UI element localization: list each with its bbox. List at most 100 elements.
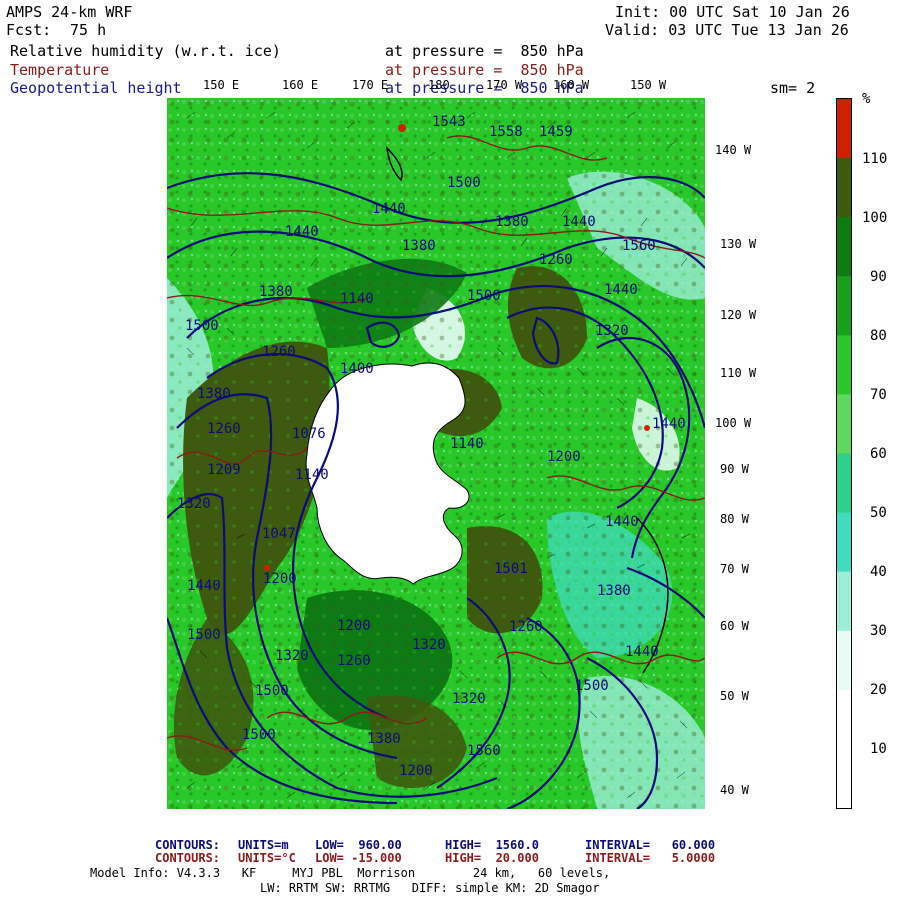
colorbar-tick: 10: [870, 741, 887, 757]
height-label: 1560: [467, 743, 501, 759]
colorbar-bin: [837, 512, 851, 573]
height-label: 1440: [652, 416, 686, 432]
height-label: 1260: [262, 344, 296, 360]
height-label: 1380: [402, 238, 436, 254]
height-label: 1501: [494, 561, 528, 577]
colorbar-tick: 110: [862, 151, 888, 167]
height-label: 1200: [337, 618, 371, 634]
height-label: 1440: [604, 282, 638, 298]
height-label: 1380: [367, 731, 401, 747]
right-lon-label: 50 W: [720, 689, 749, 703]
height-label: 1200: [399, 763, 433, 779]
top-lon-label: 160 E: [282, 78, 319, 92]
right-lon-label: 140 W: [715, 143, 752, 157]
height-label: 1260: [337, 653, 371, 669]
right-lon-label: 90 W: [720, 462, 749, 476]
colorbar-bin: [837, 158, 851, 218]
height-label: 1500: [187, 627, 221, 643]
top-lon-label: 170 W: [486, 78, 523, 92]
contours-height-high: HIGH= 1560.0: [445, 838, 539, 852]
colorbar-tick: 70: [870, 387, 887, 403]
height-label: 1200: [263, 571, 297, 587]
right-lon-label: 40 W: [720, 783, 749, 797]
height-label: 1260: [207, 421, 241, 437]
height-label: 1440: [187, 578, 221, 594]
colorbar-tick: 80: [870, 328, 887, 344]
weather-map: 1543 1558 1459 1500 1440 1380 1440 1560 …: [167, 98, 705, 809]
field-rh-name: Relative humidity (w.r.t. ice): [10, 42, 281, 60]
colorbar-bin: [837, 335, 851, 395]
colorbar-bin: [837, 748, 851, 809]
height-label: 1320: [412, 637, 446, 653]
forecast-label: Fcst:: [6, 21, 52, 39]
colorbar-bin: [837, 217, 851, 277]
height-label: 1440: [562, 214, 596, 230]
contours-temp-high: HIGH= 20.000: [445, 851, 539, 865]
contours-height-interval: INTERVAL= 60.000: [585, 838, 716, 852]
height-label: 1380: [597, 583, 631, 599]
smoothing-label: sm= 2: [770, 79, 816, 97]
height-label: 1500: [242, 727, 276, 743]
right-lon-label: 120 W: [720, 308, 757, 322]
height-label: 1500: [185, 318, 219, 334]
colorbar-bin: [837, 99, 851, 159]
height-label: 1558: [489, 124, 523, 140]
rh-colorbar: [836, 98, 852, 809]
right-lon-label: 130 W: [720, 237, 757, 251]
height-label: 1500: [467, 288, 501, 304]
colorbar-tick: 20: [870, 682, 887, 698]
height-label: 1500: [447, 175, 481, 191]
colorbar-graphic: [837, 99, 851, 809]
height-label: 1440: [625, 644, 659, 660]
contours-temp-low: LOW= -15.000: [315, 851, 402, 865]
height-label: 1380: [197, 386, 231, 402]
colorbar-tick: 50: [870, 505, 887, 521]
colorbar-tick: 90: [870, 269, 887, 285]
top-lon-label: 150 E: [203, 78, 240, 92]
height-label: 1140: [340, 291, 374, 307]
height-label: 1560: [622, 238, 656, 254]
colorbar-tick: 60: [870, 446, 887, 462]
right-lon-label: 110 W: [720, 366, 757, 380]
init-time: Init: 00 UTC Sat 10 Jan 26: [615, 3, 850, 21]
right-lon-label: 70 W: [720, 562, 749, 576]
field-height-name: Geopotential height: [10, 79, 182, 97]
height-label: 1440: [285, 224, 319, 240]
model-title: AMPS 24-km WRF: [6, 3, 133, 21]
colorbar-bin: [837, 689, 851, 750]
model-info-line-1: Model Info: V4.3.3 KF MYJ PBL Morrison 2…: [90, 866, 611, 880]
height-label: 1200: [547, 449, 581, 465]
forecast-hour: 75 h: [70, 21, 107, 39]
top-lon-label: 150 W: [630, 78, 667, 92]
top-lon-label: 160 W: [553, 78, 590, 92]
height-label: 1400: [340, 361, 374, 377]
map-graphic: 1543 1558 1459 1500 1440 1380 1440 1560 …: [167, 98, 705, 809]
right-lon-label: 80 W: [720, 512, 749, 526]
valid-time: Valid: 03 UTC Tue 13 Jan 26: [605, 21, 849, 39]
height-label: 1209: [207, 462, 241, 478]
top-lon-label: 180: [428, 78, 450, 92]
colorbar-bin: [837, 276, 851, 336]
right-lon-label: 60 W: [720, 619, 749, 633]
colorbar-bin: [837, 571, 851, 632]
right-lon-label: 100 W: [715, 416, 752, 430]
height-label: 1320: [452, 691, 486, 707]
contours-temp-label: CONTOURS:: [155, 851, 221, 865]
height-label: 1320: [595, 323, 629, 339]
height-label: 1543: [432, 114, 466, 130]
field-rh-level: at pressure = 850 hPa: [385, 42, 584, 60]
height-label: 1260: [509, 619, 543, 635]
top-lon-label: 170 E: [352, 78, 389, 92]
field-temp-name: Temperature: [10, 61, 110, 79]
height-label: 1380: [259, 284, 293, 300]
height-label: 1140: [295, 467, 329, 483]
height-label: 1140: [450, 436, 484, 452]
height-label: 1260: [539, 252, 573, 268]
colorbar-bin: [837, 630, 851, 691]
contours-height-low: LOW= 960.00: [315, 838, 402, 852]
height-label: 1047: [262, 526, 296, 542]
contours-height-units: UNITS=m: [238, 838, 289, 852]
colorbar-unit: %: [862, 91, 871, 107]
model-info-line-2: LW: RRTM SW: RRTMG DIFF: simple KM: 2D S…: [260, 881, 600, 895]
height-label: 1500: [255, 683, 289, 699]
